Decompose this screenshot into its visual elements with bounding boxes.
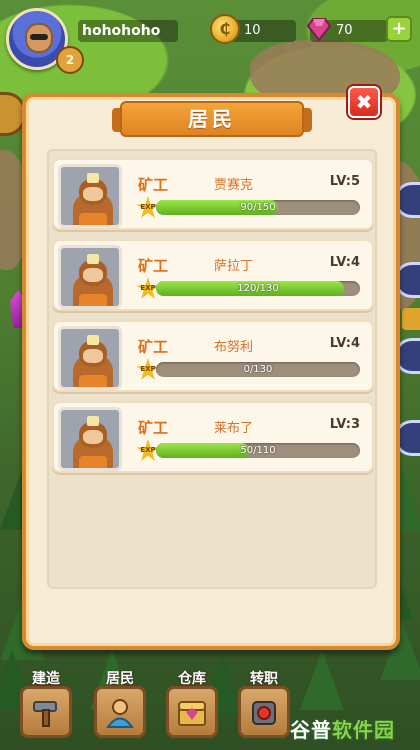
exp-bar: 50/110 xyxy=(156,443,360,458)
miner-portrait xyxy=(58,245,122,309)
lock-icon xyxy=(402,308,420,330)
resident-name: 莱布了 xyxy=(214,421,254,436)
watermark-part-1: 谷普 xyxy=(290,718,332,742)
build-button[interactable]: 建造 xyxy=(10,668,82,742)
exp-value: 0/130 xyxy=(243,364,273,375)
resident-job: 矿工 xyxy=(138,176,169,194)
resident-level: LV:5 xyxy=(329,174,360,189)
player-name: hohohoho xyxy=(78,20,178,42)
exp-label: EXP xyxy=(140,365,156,373)
exp-label: EXP xyxy=(140,203,156,211)
gem-value: 70 xyxy=(336,23,353,38)
chest-icon xyxy=(178,701,206,726)
warehouse-label: 仓库 xyxy=(178,671,206,687)
build-label: 建造 xyxy=(32,671,60,687)
exp-value: 50/110 xyxy=(240,445,276,456)
resident-name: 贾赛克 xyxy=(214,178,254,193)
miner-portrait xyxy=(58,326,122,390)
exp-bar: 90/150 xyxy=(156,200,360,215)
resident-card[interactable]: 矿工 布努利 LV:4 EXP 0/130 xyxy=(52,320,374,392)
gem-icon xyxy=(306,18,332,42)
add-gems-button[interactable]: + xyxy=(386,16,412,42)
watermark-part-2: 软件园 xyxy=(332,718,395,742)
miner-portrait xyxy=(58,407,122,471)
exp-value: 120/130 xyxy=(237,283,279,294)
resident-card[interactable]: 矿工 贾赛克 LV:5 EXP 90/150 xyxy=(52,158,374,230)
watermark: 谷普软件园 xyxy=(290,714,395,743)
resident-job: 矿工 xyxy=(138,257,169,275)
resident-card[interactable]: 矿工 莱布了 LV:3 EXP 50/110 xyxy=(52,401,374,473)
exp-label: EXP xyxy=(140,446,156,454)
avatar-face xyxy=(25,23,53,53)
top-hud: 2 hohohoho ₵ 10 70 + xyxy=(0,0,420,74)
exp-value: 90/150 xyxy=(240,202,276,213)
resident-icon xyxy=(106,699,134,728)
resident-name: 布努利 xyxy=(214,340,254,355)
resident-level: LV:4 xyxy=(329,336,360,351)
resident-card[interactable]: 矿工 萨拉丁 LV:4 EXP 120/130 xyxy=(52,239,374,311)
pine-tree xyxy=(300,650,344,710)
resident-job: 矿工 xyxy=(138,338,169,356)
residents-button[interactable]: 居民 xyxy=(84,668,156,742)
hammer-icon xyxy=(33,701,57,727)
close-button[interactable]: ✖ xyxy=(348,86,380,118)
resident-level: LV:3 xyxy=(329,417,360,432)
exp-label: EXP xyxy=(140,284,156,292)
residents-label: 居民 xyxy=(106,671,134,687)
resident-name: 萨拉丁 xyxy=(214,259,254,274)
miner-portrait xyxy=(58,164,122,228)
dialog-title: 居民 xyxy=(120,101,304,137)
resident-level: LV:4 xyxy=(329,255,360,270)
coin-value: 10 xyxy=(244,23,261,38)
exp-bar: 120/130 xyxy=(156,281,360,296)
player-level-badge: 2 xyxy=(56,46,84,74)
resident-job: 矿工 xyxy=(138,419,169,437)
warehouse-button[interactable]: 仓库 xyxy=(156,668,228,742)
exp-bar: 0/130 xyxy=(156,362,360,377)
job-change-icon xyxy=(252,701,276,725)
coin-icon: ₵ xyxy=(210,14,240,44)
job-change-label: 转职 xyxy=(250,671,278,687)
